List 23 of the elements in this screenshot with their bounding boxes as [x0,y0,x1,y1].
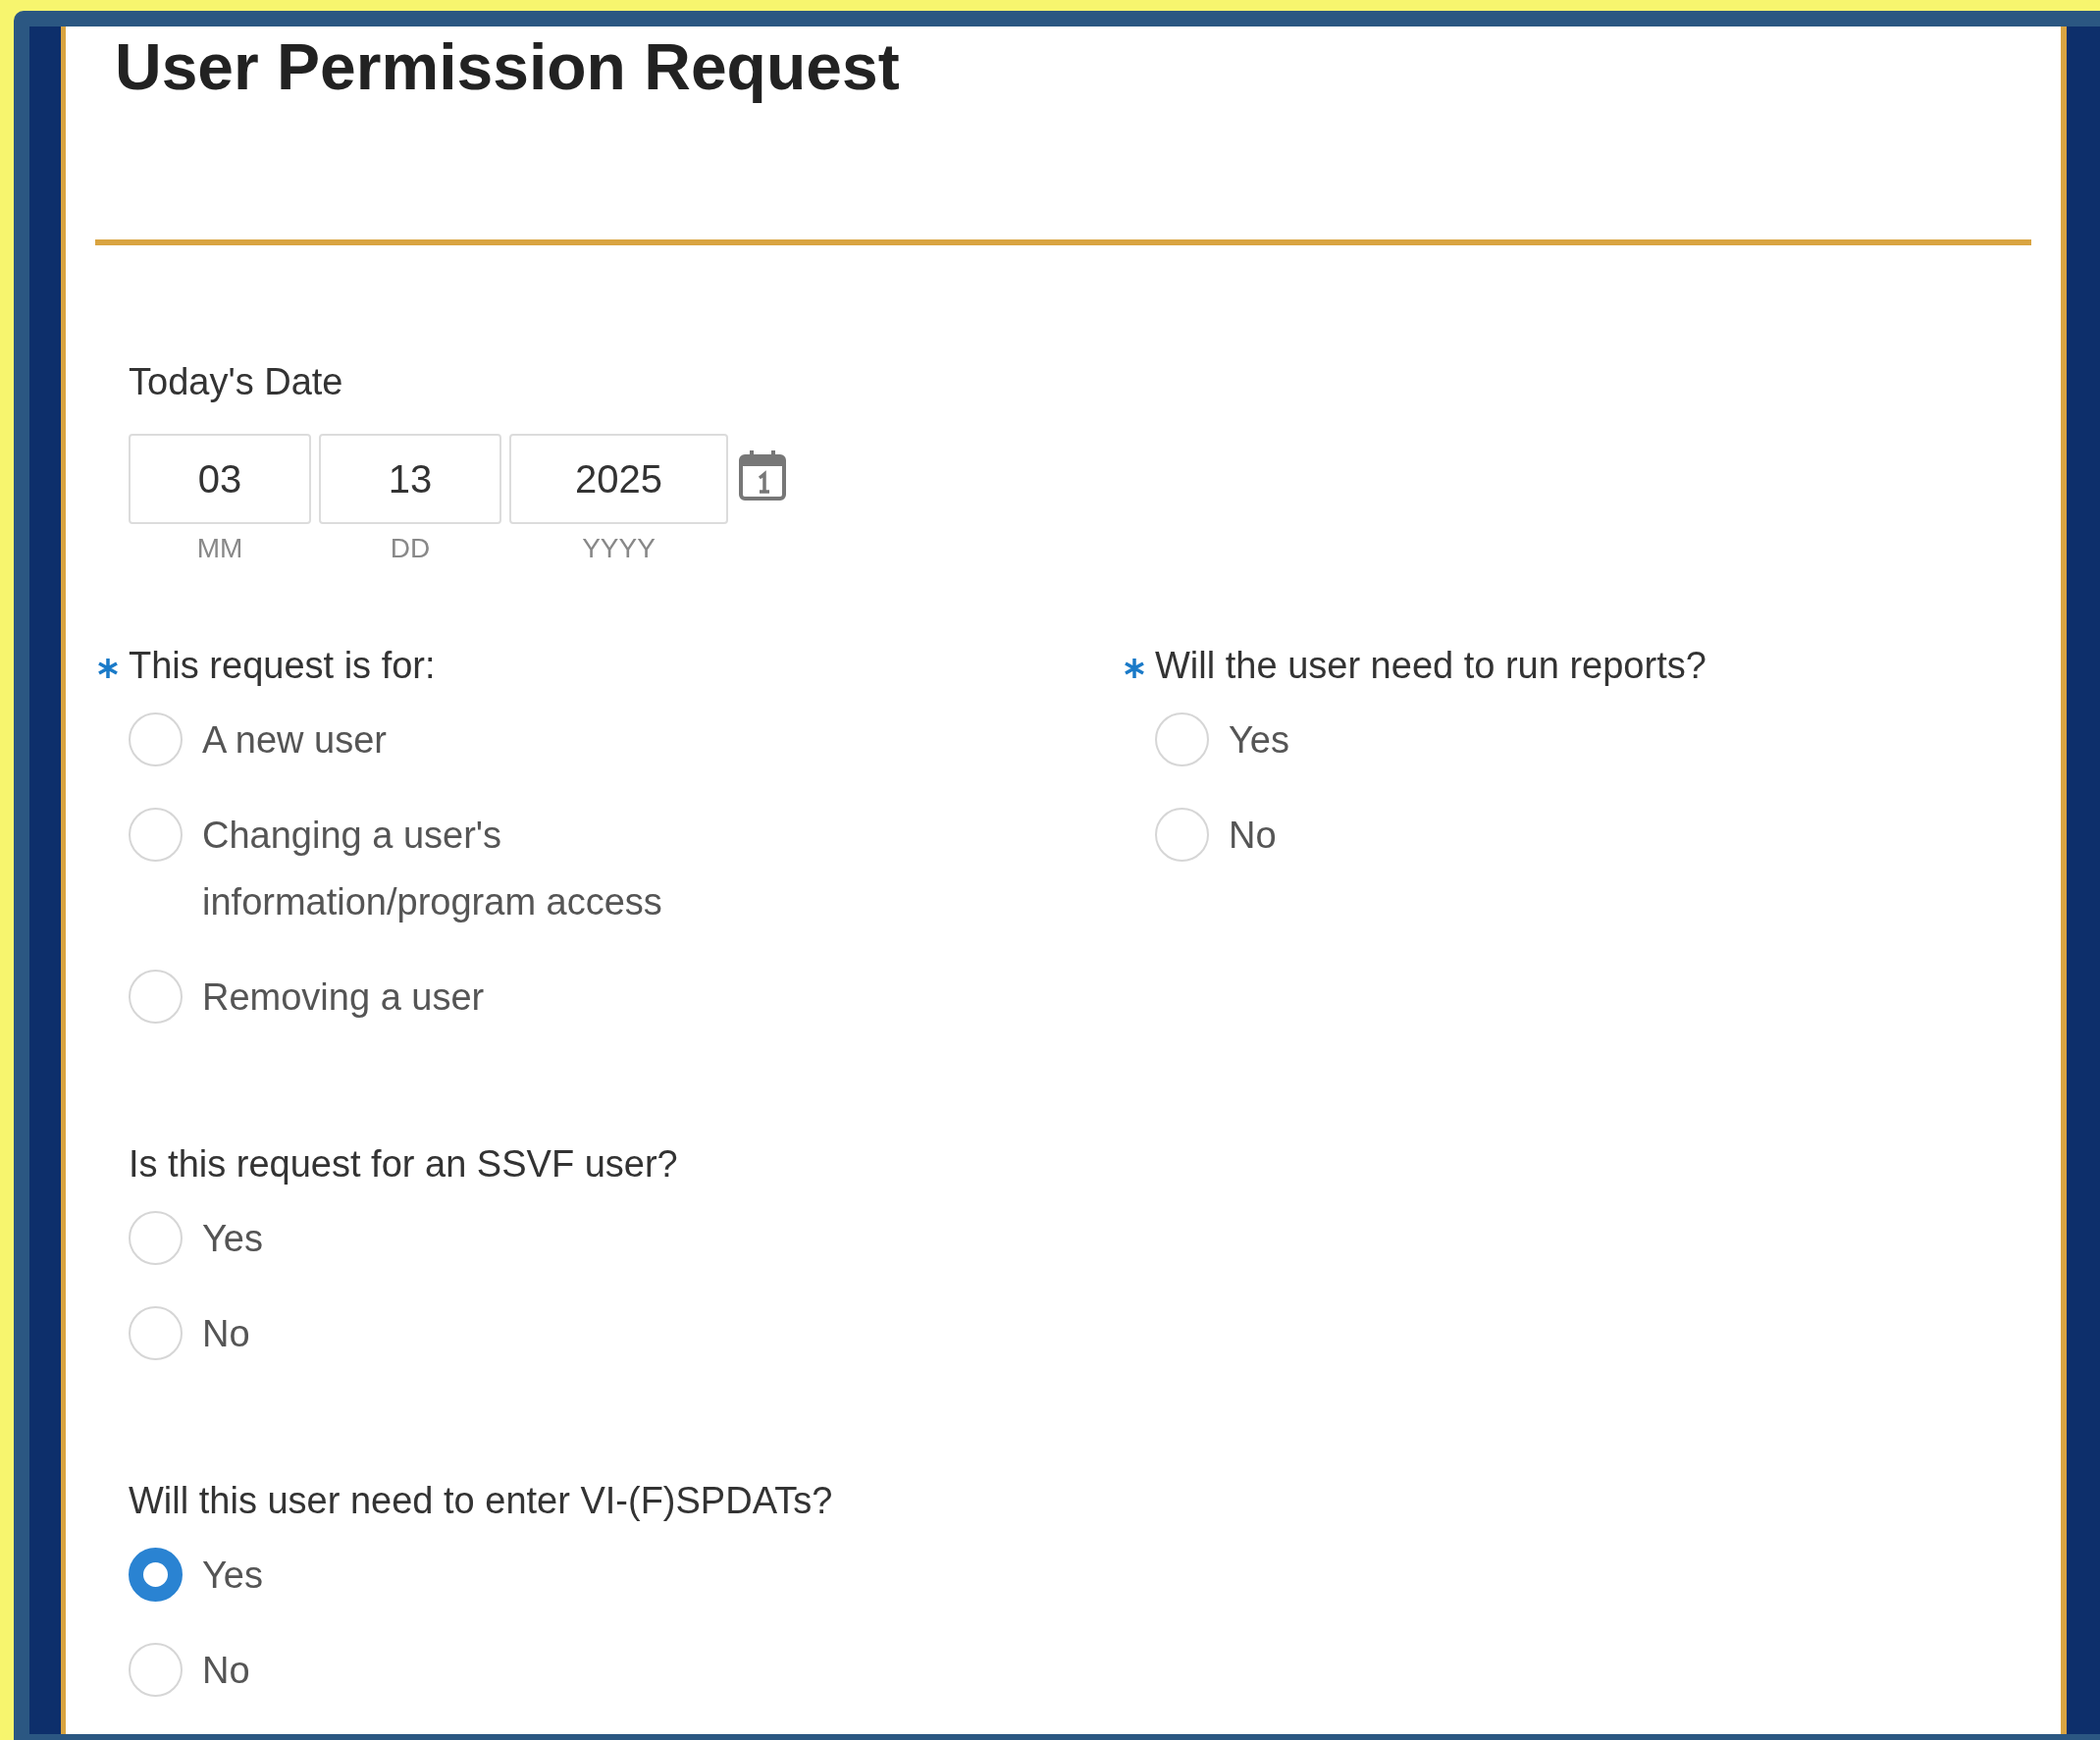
date-caption: MM [196,534,243,563]
option-label: Removing a user [202,975,485,1020]
question-label: Is this request for an SSVF user? [129,1142,678,1186]
question-label: Will this user need to enter VI-(F)SPDATs? [129,1479,833,1522]
date-input[interactable]: 13 [319,434,501,524]
option-label: A new user [202,718,387,763]
option-label: No [202,1649,250,1693]
question-label: Will the user need to run reports? [1155,644,1706,687]
option-label: No [1229,814,1277,858]
calendar-icon[interactable] [738,448,787,501]
option-label: No [202,1312,250,1356]
form-title: User Permission Request [114,31,901,102]
date-label: Today's Date [129,362,344,401]
date-caption: YYYY [582,534,656,563]
option-label: Yes [202,1554,263,1598]
option-label: Yes [202,1217,263,1261]
question-label: This request is for: [129,644,436,687]
date-input[interactable]: 03 [129,434,311,524]
radio-button[interactable] [129,1548,183,1602]
option-label: Changing a user's information/program access [202,814,663,924]
date-caption: DD [390,534,431,563]
option-label: Yes [1229,718,1289,763]
date-input[interactable]: 2025 [509,434,728,524]
